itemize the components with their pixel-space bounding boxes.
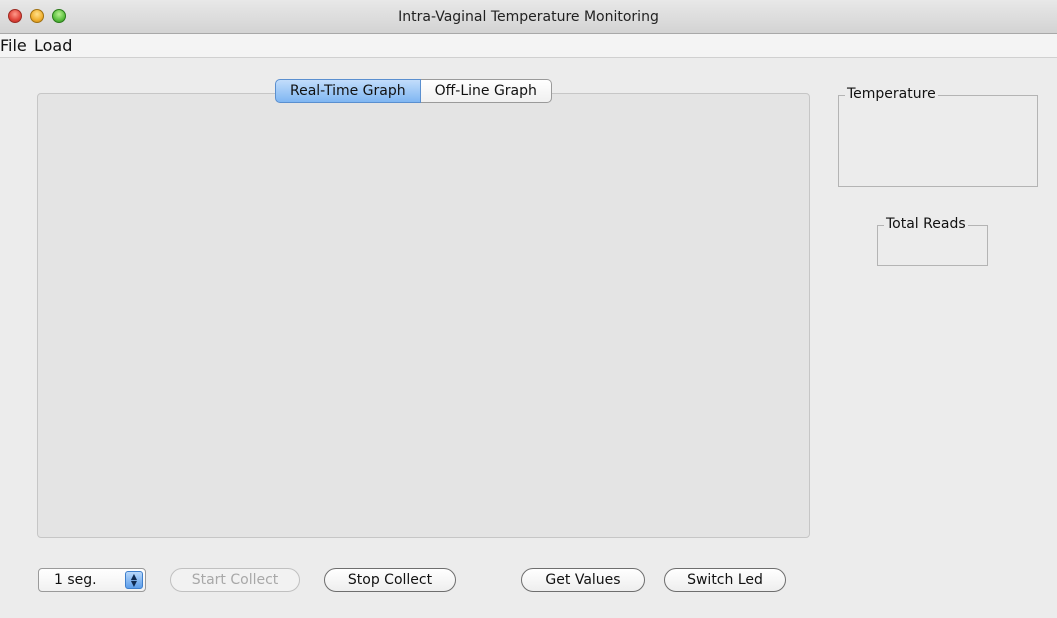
tab-real-time-graph[interactable]: Real-Time Graph — [275, 79, 421, 103]
start-collect-button[interactable]: Start Collect — [170, 568, 300, 592]
total-reads-panel: Total Reads — [877, 216, 988, 266]
window-title: Intra-Vaginal Temperature Monitoring — [398, 9, 659, 25]
interval-value: 1 seg. — [54, 572, 97, 588]
app-window: Intra-Vaginal Temperature Monitoring Fil… — [0, 0, 1057, 618]
menu-load[interactable]: Load — [34, 36, 72, 55]
switch-led-button[interactable]: Switch Led — [664, 568, 786, 592]
graph-tabs: Real-Time Graph Off-Line Graph — [275, 79, 552, 103]
main-content: Real-Time Graph Off-Line Graph Temperatu… — [10, 60, 1057, 618]
menu-bar: File Load — [0, 34, 1057, 58]
title-bar[interactable]: Intra-Vaginal Temperature Monitoring — [0, 0, 1057, 34]
temperature-panel: Temperature — [838, 86, 1038, 187]
graph-area — [37, 93, 810, 538]
control-bar: 1 seg. ▲ ▼ Start Collect Stop Collect Get… — [10, 566, 1057, 596]
get-values-button[interactable]: Get Values — [521, 568, 645, 592]
spinner-arrows-icon[interactable]: ▲ ▼ — [125, 571, 143, 589]
stop-collect-button[interactable]: Stop Collect — [324, 568, 456, 592]
menu-file[interactable]: File — [0, 36, 27, 55]
temperature-label: Temperature — [845, 86, 938, 102]
tab-off-line-graph[interactable]: Off-Line Graph — [420, 79, 552, 103]
total-reads-label: Total Reads — [884, 216, 968, 232]
interval-spinner[interactable]: 1 seg. ▲ ▼ — [38, 568, 146, 592]
